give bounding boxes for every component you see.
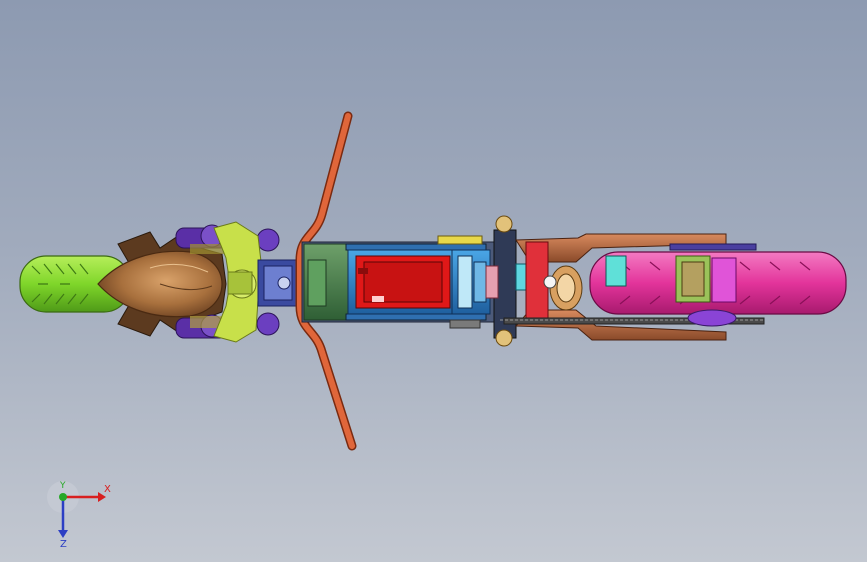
scooter-3d-model[interactable]: [0, 0, 867, 562]
battery-pack[interactable]: [347, 249, 457, 315]
z-axis-head: [58, 530, 68, 538]
coordinate-triad: X Y Z: [47, 481, 111, 550]
y-axis-dot: [59, 493, 67, 501]
z-axis-label: Z: [60, 539, 67, 550]
x-axis-label: X: [104, 484, 111, 495]
steering-head[interactable]: [257, 259, 299, 307]
y-axis-label: Y: [59, 481, 66, 491]
rear-tire[interactable]: [589, 251, 847, 315]
cad-viewport[interactable]: X Y Z: [0, 0, 867, 562]
